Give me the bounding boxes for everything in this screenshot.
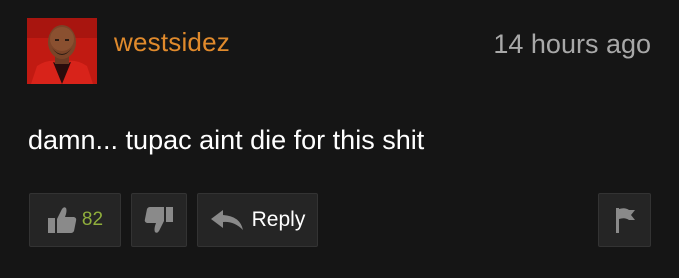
reply-arrow-icon: [210, 208, 244, 232]
thumbs-down-icon: [144, 206, 174, 234]
comment-card: westsidez 14 hours ago damn... tupac ain…: [0, 0, 679, 278]
like-count: 82: [81, 209, 104, 230]
dislike-button[interactable]: [131, 193, 187, 247]
reply-label: Reply: [251, 208, 306, 231]
flag-icon: [614, 206, 636, 234]
reply-button[interactable]: Reply: [197, 193, 318, 247]
thumbs-up-icon: [47, 206, 77, 234]
timestamp: 14 hours ago: [493, 29, 651, 59]
like-button[interactable]: 82: [29, 193, 121, 247]
comment-text: damn... tupac aint die for this shit: [28, 125, 425, 155]
avatar[interactable]: [27, 18, 97, 84]
flag-button[interactable]: [598, 193, 651, 247]
username-link[interactable]: westsidez: [114, 29, 230, 55]
